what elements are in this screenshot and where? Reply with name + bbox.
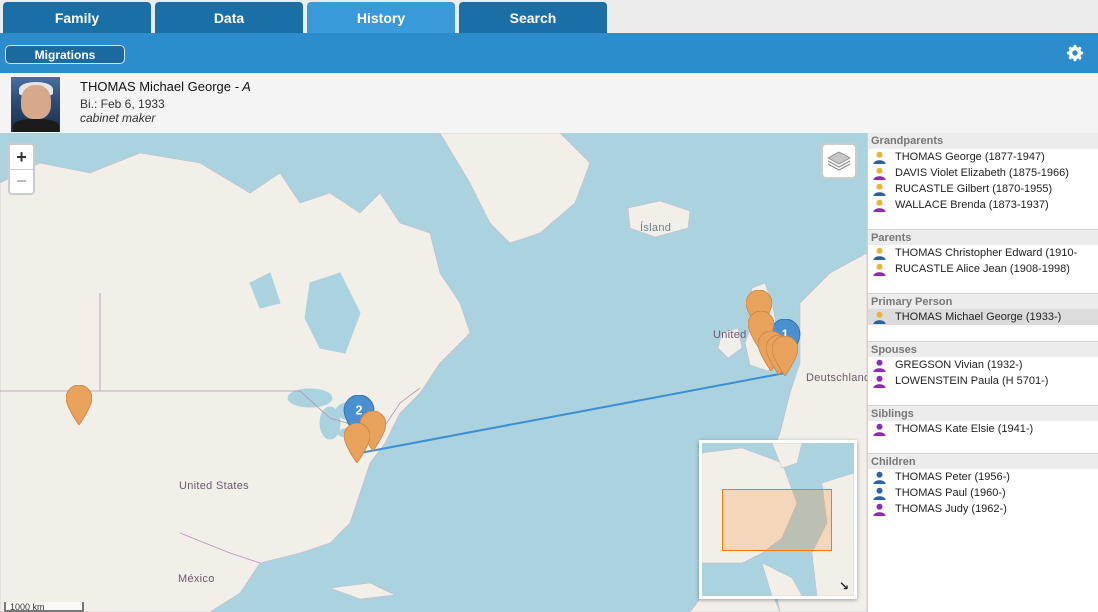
relatives-panel: Grandparents THOMAS George (1877-1947) D…: [867, 133, 1098, 612]
section-spouses: Spouses: [868, 341, 1098, 357]
person-birth: Bi.: Feb 6, 1933: [80, 97, 165, 111]
person-item[interactable]: LOWENSTEIN Paula (H 5701-): [868, 373, 1098, 389]
section-children: Children: [868, 453, 1098, 469]
map-marker[interactable]: [772, 336, 798, 376]
female-person-icon: [873, 199, 886, 212]
tab-data[interactable]: Data: [155, 2, 303, 33]
person-item[interactable]: THOMAS Judy (1962-): [868, 501, 1098, 517]
minimap[interactable]: ↘: [699, 440, 857, 599]
tab-history[interactable]: History: [307, 2, 455, 33]
person-item[interactable]: THOMAS Peter (1956-): [868, 469, 1098, 485]
layers-icon: [827, 151, 851, 171]
male-person-icon: [873, 487, 886, 500]
male-person-icon: [873, 183, 886, 196]
person-occupation: cabinet maker: [80, 111, 156, 125]
female-person-icon: [873, 503, 886, 516]
person-header: THOMAS Michael George - A Bi.: Feb 6, 19…: [0, 73, 1098, 133]
section-primary-person: Primary Person: [868, 293, 1098, 309]
male-person-icon: [873, 471, 886, 484]
minimap-toggle[interactable]: ↘: [837, 579, 851, 593]
person-item[interactable]: THOMAS Christopher Edward (1910-: [868, 245, 1098, 261]
map-label-us: United States: [179, 480, 249, 492]
zoom-control: + −: [8, 143, 35, 195]
migrations-button[interactable]: Migrations: [5, 45, 125, 64]
female-person-icon: [873, 263, 886, 276]
toolbar: Migrations: [0, 33, 1098, 73]
zoom-out-button[interactable]: −: [10, 169, 33, 193]
male-person-icon: [873, 247, 886, 260]
person-item[interactable]: DAVIS Violet Elizabeth (1875-1966): [868, 165, 1098, 181]
gear-icon[interactable]: [1066, 44, 1084, 62]
person-item[interactable]: RUCASTLE Gilbert (1870-1955): [868, 181, 1098, 197]
female-person-icon: [873, 375, 886, 388]
map-label-uk: United: [713, 329, 747, 341]
scale-bar: 1000 km: [4, 602, 84, 612]
minimap-viewport[interactable]: [722, 489, 832, 551]
person-name: THOMAS Michael George - A: [80, 79, 251, 94]
tab-bar: Family Data History Search: [0, 0, 1098, 33]
person-item-selected[interactable]: THOMAS Michael George (1933-): [868, 309, 1098, 325]
female-person-icon: [873, 359, 886, 372]
tab-family[interactable]: Family: [3, 2, 151, 33]
male-person-icon: [873, 311, 886, 324]
map-label-mexico: México: [178, 573, 215, 585]
tab-search[interactable]: Search: [459, 2, 607, 33]
female-person-icon: [873, 423, 886, 436]
person-item[interactable]: GREGSON Vivian (1932-): [868, 357, 1098, 373]
person-item[interactable]: THOMAS Paul (1960-): [868, 485, 1098, 501]
migration-map[interactable]: Ísland United Deutschland United States …: [0, 133, 867, 612]
section-grandparents: Grandparents: [868, 133, 1098, 149]
male-person-icon: [873, 151, 886, 164]
layers-button[interactable]: [821, 143, 857, 179]
person-item[interactable]: THOMAS George (1877-1947): [868, 149, 1098, 165]
person-item[interactable]: THOMAS Kate Elsie (1941-): [868, 421, 1098, 437]
female-person-icon: [873, 167, 886, 180]
person-item[interactable]: RUCASTLE Alice Jean (1908-1998): [868, 261, 1098, 277]
person-item[interactable]: WALLACE Brenda (1873-1937): [868, 197, 1098, 213]
map-marker[interactable]: [344, 423, 370, 463]
map-label-germany: Deutschland: [806, 372, 867, 384]
map-label-iceland: Ísland: [640, 222, 672, 234]
section-parents: Parents: [868, 229, 1098, 245]
section-siblings: Siblings: [868, 405, 1098, 421]
zoom-in-button[interactable]: +: [10, 145, 33, 169]
map-marker[interactable]: [66, 385, 92, 425]
avatar[interactable]: [11, 77, 60, 132]
